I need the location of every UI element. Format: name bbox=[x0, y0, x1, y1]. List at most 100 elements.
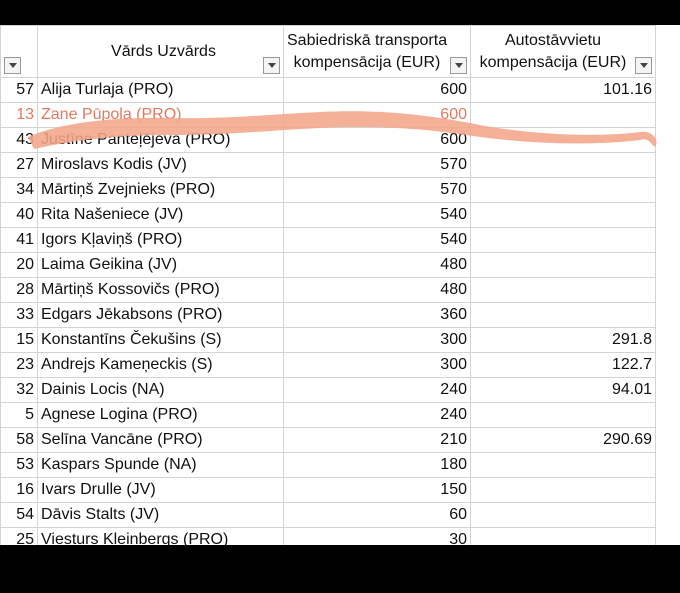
name-cell[interactable]: Selīna Vancāne (PRO) bbox=[37, 427, 284, 453]
parking-cell[interactable] bbox=[470, 102, 656, 128]
id-cell[interactable]: 20 bbox=[0, 252, 38, 278]
transport-cell[interactable]: 600 bbox=[283, 102, 471, 128]
transport-cell[interactable]: 180 bbox=[283, 452, 471, 478]
transport-cell[interactable]: 480 bbox=[283, 252, 471, 278]
id-cell[interactable]: 54 bbox=[0, 502, 38, 528]
id-cell[interactable]: 57 bbox=[0, 77, 38, 103]
parking-cell[interactable]: 122.7 bbox=[470, 352, 656, 378]
parking-cell[interactable] bbox=[470, 452, 656, 478]
parking-header-line1: Autostāvvietu bbox=[504, 31, 602, 49]
id-cell[interactable]: 43 bbox=[0, 127, 38, 153]
dropdown-arrow-icon bbox=[639, 63, 648, 68]
parking-cell[interactable] bbox=[470, 527, 656, 545]
transport-cell[interactable]: 240 bbox=[283, 377, 471, 403]
transport-cell[interactable]: 150 bbox=[283, 477, 471, 503]
parking-cell[interactable] bbox=[470, 152, 656, 178]
column-divider bbox=[655, 25, 656, 545]
id-cell[interactable]: 13 bbox=[0, 102, 38, 128]
parking-cell[interactable] bbox=[470, 252, 656, 278]
id-cell[interactable]: 34 bbox=[0, 177, 38, 203]
name-cell[interactable]: Igors Kļaviņš (PRO) bbox=[37, 227, 284, 253]
name-cell[interactable]: Laima Geikina (JV) bbox=[37, 252, 284, 278]
parking-filter-button[interactable] bbox=[635, 57, 652, 74]
id-filter-button[interactable] bbox=[4, 57, 21, 74]
table-row: 57 Alija Turlaja (PRO) 600 101.16 bbox=[0, 77, 656, 103]
name-cell[interactable]: Rita Našeniece (JV) bbox=[37, 202, 284, 228]
parking-cell[interactable]: 290.69 bbox=[470, 427, 656, 453]
transport-cell[interactable]: 540 bbox=[283, 202, 471, 228]
transport-cell[interactable]: 570 bbox=[283, 177, 471, 203]
table-row: 23 Andrejs Kameņeckis (S) 300 122.7 bbox=[0, 352, 656, 378]
id-cell[interactable]: 16 bbox=[0, 477, 38, 503]
table-row: 53 Kaspars Spunde (NA) 180 bbox=[0, 452, 656, 478]
parking-cell[interactable]: 291.8 bbox=[470, 327, 656, 353]
name-cell[interactable]: Konstantīns Čekušins (S) bbox=[37, 327, 284, 353]
id-cell[interactable]: 5 bbox=[0, 402, 38, 428]
table-row: 33 Edgars Jēkabsons (PRO) 360 bbox=[0, 302, 656, 328]
name-filter-button[interactable] bbox=[263, 57, 280, 74]
name-cell[interactable]: Dāvis Stalts (JV) bbox=[37, 502, 284, 528]
name-cell[interactable]: Agnese Logina (PRO) bbox=[37, 402, 284, 428]
parking-cell[interactable]: 94.01 bbox=[470, 377, 656, 403]
transport-cell[interactable]: 60 bbox=[283, 502, 471, 528]
parking-cell[interactable] bbox=[470, 502, 656, 528]
transport-cell[interactable]: 240 bbox=[283, 402, 471, 428]
transport-cell[interactable]: 570 bbox=[283, 152, 471, 178]
table-row: 16 Ivars Drulle (JV) 150 bbox=[0, 477, 656, 503]
id-cell[interactable]: 23 bbox=[0, 352, 38, 378]
id-cell[interactable]: 58 bbox=[0, 427, 38, 453]
table-row: 41 Igors Kļaviņš (PRO) 540 bbox=[0, 227, 656, 253]
table-row: 25 Viesturs Kleinbergs (PRO) 30 bbox=[0, 527, 656, 545]
parking-cell[interactable] bbox=[470, 302, 656, 328]
parking-cell[interactable] bbox=[470, 227, 656, 253]
id-cell[interactable]: 32 bbox=[0, 377, 38, 403]
name-cell[interactable]: Edgars Jēkabsons (PRO) bbox=[37, 302, 284, 328]
id-cell[interactable]: 27 bbox=[0, 152, 38, 178]
name-cell[interactable]: Miroslavs Kodis (JV) bbox=[37, 152, 284, 178]
parking-cell[interactable] bbox=[470, 202, 656, 228]
transport-column-header: Sabiedriskā transporta kompensācija (EUR… bbox=[283, 25, 471, 78]
name-cell[interactable]: Dainis Locis (NA) bbox=[37, 377, 284, 403]
parking-cell[interactable] bbox=[470, 127, 656, 153]
id-cell[interactable]: 40 bbox=[0, 202, 38, 228]
name-cell[interactable]: Alija Turlaja (PRO) bbox=[37, 77, 284, 103]
parking-cell[interactable] bbox=[470, 402, 656, 428]
transport-cell[interactable]: 300 bbox=[283, 327, 471, 353]
id-cell[interactable]: 15 bbox=[0, 327, 38, 353]
transport-cell[interactable]: 600 bbox=[283, 127, 471, 153]
table-row: 27 Miroslavs Kodis (JV) 570 bbox=[0, 152, 656, 178]
name-cell[interactable]: Mārtiņš Kossovičs (PRO) bbox=[37, 277, 284, 303]
parking-cell[interactable] bbox=[470, 477, 656, 503]
parking-column-header: Autostāvvietu kompensācija (EUR) bbox=[470, 25, 656, 78]
transport-cell[interactable]: 480 bbox=[283, 277, 471, 303]
transport-cell[interactable]: 210 bbox=[283, 427, 471, 453]
parking-header-line2: kompensācija (EUR) bbox=[479, 53, 627, 71]
id-column-header bbox=[0, 25, 38, 78]
id-cell[interactable]: 28 bbox=[0, 277, 38, 303]
transport-cell[interactable]: 30 bbox=[283, 527, 471, 545]
table-row: 15 Konstantīns Čekušins (S) 300 291.8 bbox=[0, 327, 656, 353]
transport-cell[interactable]: 300 bbox=[283, 352, 471, 378]
id-cell[interactable]: 53 bbox=[0, 452, 38, 478]
id-cell[interactable]: 41 bbox=[0, 227, 38, 253]
transport-cell[interactable]: 600 bbox=[283, 77, 471, 103]
id-cell[interactable]: 25 bbox=[0, 527, 38, 545]
parking-cell[interactable] bbox=[470, 177, 656, 203]
name-cell[interactable]: Ivars Drulle (JV) bbox=[37, 477, 284, 503]
name-cell[interactable]: Zane Pūpola (PRO) bbox=[37, 102, 284, 128]
transport-cell[interactable]: 540 bbox=[283, 227, 471, 253]
transport-filter-button[interactable] bbox=[450, 57, 467, 74]
table-row: 34 Mārtiņš Zvejnieks (PRO) 570 bbox=[0, 177, 656, 203]
name-cell[interactable]: Justīne Panteļējeva (PRO) bbox=[37, 127, 284, 153]
compensation-table: Vārds Uzvārds Sabiedriskā transporta kom… bbox=[0, 25, 656, 545]
name-cell[interactable]: Kaspars Spunde (NA) bbox=[37, 452, 284, 478]
parking-cell[interactable] bbox=[470, 277, 656, 303]
table-row: 54 Dāvis Stalts (JV) 60 bbox=[0, 502, 656, 528]
name-cell[interactable]: Mārtiņš Zvejnieks (PRO) bbox=[37, 177, 284, 203]
transport-header-line1: Sabiedriskā transporta bbox=[287, 31, 448, 49]
name-cell[interactable]: Andrejs Kameņeckis (S) bbox=[37, 352, 284, 378]
name-cell[interactable]: Viesturs Kleinbergs (PRO) bbox=[37, 527, 284, 545]
transport-cell[interactable]: 360 bbox=[283, 302, 471, 328]
parking-cell[interactable]: 101.16 bbox=[470, 77, 656, 103]
id-cell[interactable]: 33 bbox=[0, 302, 38, 328]
